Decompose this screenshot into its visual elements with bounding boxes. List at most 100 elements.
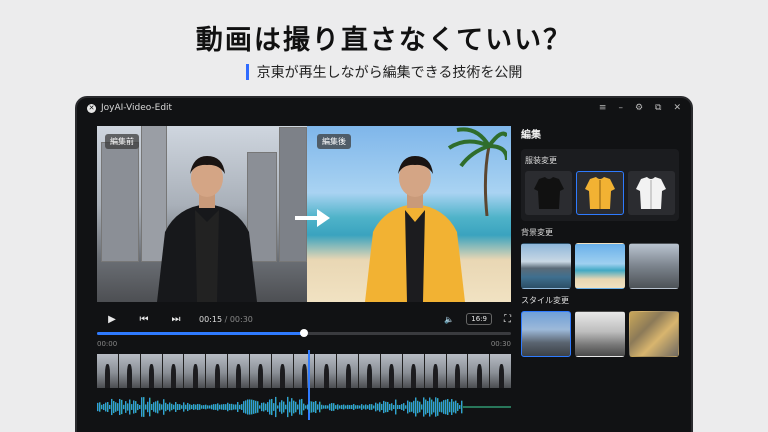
waveform-bar — [311, 401, 313, 413]
waveform-bar — [155, 401, 157, 413]
outfit-black-jacket[interactable] — [525, 171, 573, 215]
waveform-bar — [255, 400, 257, 414]
waveform-bar — [133, 400, 135, 414]
waveform-bar — [331, 403, 333, 411]
waveform-bar — [383, 400, 385, 414]
settings-icon[interactable]: ⚙ — [635, 103, 643, 113]
waveform-bar — [349, 405, 351, 409]
fullscreen-icon[interactable]: ⛶ — [504, 314, 511, 325]
waveform-bar — [157, 400, 159, 414]
waveform-bar — [381, 403, 383, 411]
waveform-bar — [219, 404, 221, 410]
waveform-bar — [125, 401, 127, 413]
skip-forward-icon[interactable]: ⏭ — [169, 314, 183, 325]
waveform-bar — [317, 404, 319, 410]
filmstrip-frame[interactable] — [162, 354, 184, 388]
filmstrip-frame[interactable] — [446, 354, 468, 388]
style-monochrome-city[interactable] — [575, 311, 625, 357]
waveform-bar — [143, 397, 145, 417]
skip-back-icon[interactable]: ⏮ — [137, 314, 151, 325]
waveform-bar — [373, 405, 375, 409]
waveform-bar — [263, 402, 265, 412]
background-city-street[interactable] — [629, 243, 679, 289]
style-realistic-city[interactable] — [521, 311, 571, 357]
waveform-bar — [287, 396, 289, 418]
filmstrip-frame[interactable] — [118, 354, 140, 388]
waveform-bar — [365, 404, 367, 410]
waveform-bar — [233, 404, 235, 410]
waveform-bar — [405, 405, 407, 409]
filmstrip-frame[interactable] — [140, 354, 162, 388]
style-oil-painting[interactable] — [629, 311, 679, 357]
waveform-bar — [245, 400, 247, 414]
waveform-bar — [275, 396, 277, 418]
waveform-bar — [107, 401, 109, 413]
filmstrip-frame[interactable] — [293, 354, 315, 388]
waveform-bar — [171, 403, 173, 411]
waveform-bar — [147, 401, 149, 413]
after-scene — [307, 126, 511, 302]
filmstrip-frame[interactable] — [359, 354, 380, 388]
waveform-bar — [411, 402, 413, 412]
play-icon[interactable]: ▶ — [105, 314, 119, 325]
background-beach[interactable] — [575, 243, 625, 289]
waveform-bar — [195, 404, 197, 410]
minimize-icon[interactable]: – — [618, 103, 623, 113]
filmstrip-frame[interactable] — [380, 354, 402, 388]
waveform-bar — [315, 400, 317, 414]
filmstrip-frame[interactable] — [468, 354, 490, 388]
waveform-bar — [99, 402, 101, 412]
waveform-bar — [97, 402, 99, 412]
waveform-bar — [343, 404, 345, 410]
filmstrip-frame[interactable] — [206, 354, 228, 388]
filmstrip-frame[interactable] — [97, 354, 118, 388]
filmstrip-frame[interactable] — [402, 354, 424, 388]
filmstrip-frame[interactable] — [490, 354, 512, 388]
waveform-bar — [445, 399, 447, 415]
waveform-bar — [117, 403, 119, 411]
filmstrip[interactable] — [97, 354, 512, 388]
waveform-bar — [113, 400, 115, 414]
waveform-bar — [353, 404, 355, 410]
waveform-bar — [279, 402, 281, 412]
waveform-bar — [109, 404, 111, 410]
waveform-bar — [377, 403, 379, 411]
filmstrip-frame[interactable] — [271, 354, 293, 388]
waveform-bar — [179, 404, 181, 410]
close-icon[interactable]: ✕ — [673, 103, 681, 113]
waveform-bar — [303, 403, 305, 411]
filmstrip-frame[interactable] — [337, 354, 359, 388]
filmstrip-frame[interactable] — [249, 354, 271, 388]
waveform-bar — [309, 401, 311, 413]
waveform-bar — [217, 403, 219, 411]
waveform-bar — [187, 402, 189, 412]
audio-waveform[interactable] — [97, 392, 511, 422]
video-preview[interactable]: 編集前 編集後 — [97, 126, 511, 302]
waveform-bar — [421, 404, 423, 410]
filmstrip-frame[interactable] — [184, 354, 206, 388]
progress-bar[interactable] — [97, 329, 511, 337]
filmstrip-frame[interactable] — [424, 354, 446, 388]
waveform-bar — [235, 404, 237, 410]
waveform-bar — [423, 397, 425, 417]
outfit-white-jacket[interactable] — [627, 171, 675, 215]
background-mountain-lake[interactable] — [521, 243, 571, 289]
volume-icon[interactable]: 🔈 — [444, 315, 454, 324]
player-right-controls: 🔈 16:9 ⛶ — [444, 313, 511, 325]
waveform-bar — [167, 404, 169, 410]
outfit-yellow-jacket[interactable] — [576, 171, 624, 215]
filmstrip-frame[interactable] — [228, 354, 249, 388]
window-controls: ≡ – ⚙ ⧉ ✕ — [599, 103, 681, 113]
menu-icon[interactable]: ≡ — [599, 103, 607, 113]
progress-knob[interactable] — [300, 329, 308, 337]
waveform-bar — [299, 399, 301, 415]
before-badge: 編集前 — [105, 134, 139, 149]
waveform-bar — [105, 402, 107, 412]
waveform-bar — [327, 405, 329, 409]
section-style: スタイル変更 — [521, 295, 679, 357]
aspect-ratio-button[interactable]: 16:9 — [466, 313, 492, 325]
maximize-icon[interactable]: ⧉ — [655, 103, 661, 113]
waveform-bar — [339, 405, 341, 409]
filmstrip-frame[interactable] — [315, 354, 337, 388]
waveform-bar — [355, 405, 357, 409]
